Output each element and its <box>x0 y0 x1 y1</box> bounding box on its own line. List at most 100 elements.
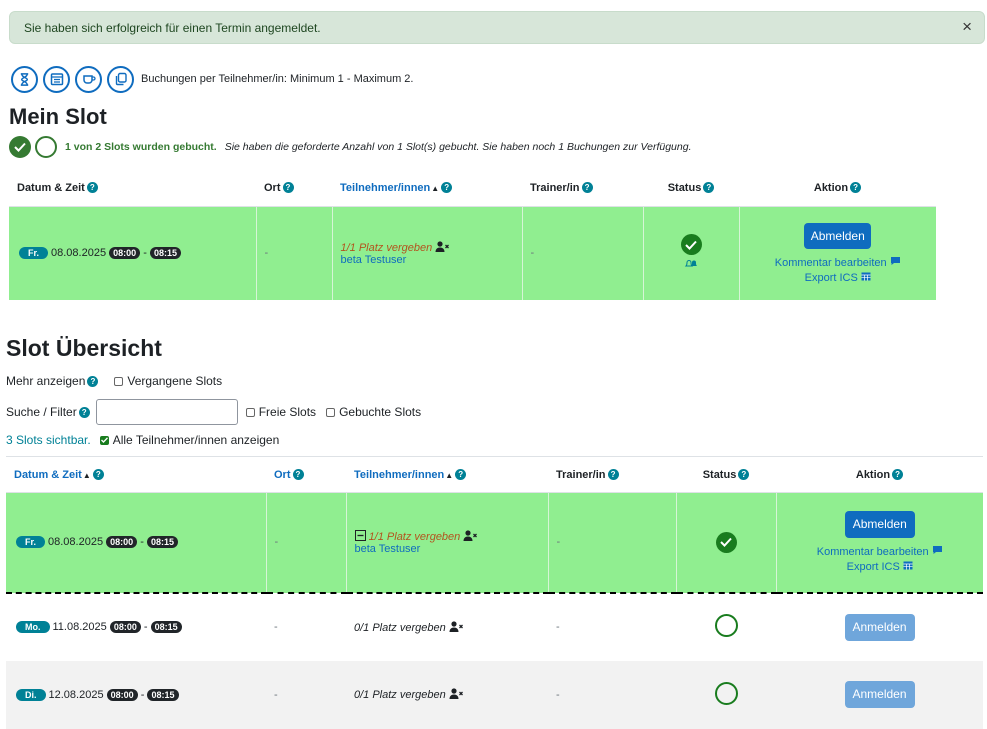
booked-slots-checkbox[interactable]: Gebuchte Slots <box>326 405 421 419</box>
location-cell: - <box>274 621 278 633</box>
hourglass-icon <box>20 72 29 86</box>
places-text: 0/1 Platz vergeben <box>354 689 446 701</box>
success-alert: Sie haben sich erfolgreich für einen Ter… <box>9 11 985 44</box>
sort-datetime-link[interactable]: Datum & Zeit <box>14 469 82 481</box>
col-datetime: Datum & Zeit? <box>9 170 256 207</box>
free-slots-label: Freie Slots <box>258 405 317 419</box>
col-participants[interactable]: Teilnehmer/innen▲? <box>346 456 548 493</box>
booked-slot-check-icon <box>9 136 31 158</box>
participant-link[interactable]: beta Testuser <box>341 254 407 266</box>
time-separator: - <box>140 688 145 701</box>
start-time-badge: 08:00 <box>106 536 138 549</box>
sort-participants-link[interactable]: Teilnehmer/innen <box>340 182 430 194</box>
past-slots-checkbox[interactable]: Vergangene Slots <box>114 374 222 388</box>
help-icon[interactable]: ? <box>282 182 294 194</box>
free-slots-checkbox[interactable]: Freie Slots <box>245 405 317 419</box>
checkbox[interactable] <box>326 407 336 417</box>
help-icon[interactable]: ? <box>850 182 862 194</box>
table-row: Mo. 11.08.2025 08:00 - 08:15 - 0/1 Platz … <box>6 593 983 661</box>
datetime-cell: Mo. 11.08.2025 08:00 - 08:15 <box>6 593 266 661</box>
more-label: Mehr anzeigen <box>6 374 86 388</box>
collapse-icon[interactable] <box>354 529 366 541</box>
trainer-cell: - <box>521 206 643 300</box>
user-remove-icon[interactable] <box>435 241 450 252</box>
calendar-icon <box>861 272 871 281</box>
export-ics-link[interactable]: Export ICS <box>805 272 858 284</box>
location-cell: - <box>255 206 332 300</box>
datetime-cell: Fr. 08.08.2025 08:00 - 08:15 <box>9 206 256 300</box>
end-time-badge: 08:15 <box>147 688 179 701</box>
user-remove-icon[interactable] <box>449 688 463 699</box>
checkbox-checked[interactable] <box>99 435 109 445</box>
sort-participants-link[interactable]: Teilnehmer/innen <box>354 469 444 481</box>
progress-detail: Sie haben die geforderte Anzahl von 1 Sl… <box>224 141 692 153</box>
calendar-list-button[interactable] <box>43 65 70 93</box>
weekday-badge: Mo. <box>16 621 50 633</box>
help-icon[interactable]: ? <box>892 469 904 481</box>
start-time-badge: 08:00 <box>106 688 138 701</box>
calendar-list-icon <box>50 73 63 86</box>
past-slots-label: Vergangene Slots <box>127 374 223 388</box>
time-separator: - <box>143 621 148 633</box>
help-icon[interactable]: ? <box>455 469 467 481</box>
help-icon[interactable]: ? <box>87 375 99 387</box>
help-icon[interactable]: ? <box>92 469 104 481</box>
col-location[interactable]: Ort? <box>266 456 346 493</box>
comment-icon <box>890 256 900 265</box>
user-remove-icon[interactable] <box>449 620 463 632</box>
time-separator: - <box>143 247 147 260</box>
time-separator: - <box>140 536 144 549</box>
overview-title: Slot Übersicht <box>6 335 162 361</box>
export-ics-link[interactable]: Export ICS <box>847 561 900 573</box>
help-icon[interactable]: ? <box>78 406 90 418</box>
weekday-badge: Fr. <box>19 247 49 260</box>
copy-icon <box>115 72 127 86</box>
visible-count: 3 Slots sichtbar. <box>6 433 91 447</box>
help-icon[interactable]: ? <box>607 469 619 481</box>
checkbox[interactable] <box>114 376 124 386</box>
user-remove-icon[interactable] <box>463 530 478 541</box>
booked-slots-label: Gebuchte Slots <box>339 405 422 419</box>
copy-button[interactable] <box>107 65 134 93</box>
status-cell <box>676 593 776 661</box>
search-input[interactable] <box>95 399 238 425</box>
sort-location-link[interactable]: Ort <box>274 469 291 481</box>
col-participants[interactable]: Teilnehmer/innen▲? <box>332 170 522 207</box>
close-icon[interactable]: × <box>962 18 972 36</box>
help-icon[interactable]: ? <box>86 182 98 194</box>
table-row: Fr. 08.08.2025 08:00 - 08:15 - 1/1 Platz … <box>6 492 983 594</box>
col-trainer: Trainer/in? <box>522 170 643 207</box>
calendar-icon <box>903 561 913 570</box>
hourglass-button[interactable] <box>11 65 38 93</box>
help-icon[interactable]: ? <box>738 469 750 481</box>
my-slot-table: Datum & Zeit? Ort? Teilnehmer/innen▲? Tr… <box>9 170 936 300</box>
slot-date: 12.08.2025 <box>48 688 104 701</box>
start-time-badge: 08:00 <box>109 247 141 260</box>
trainer-cell: - <box>547 492 676 594</box>
more-row: Mehr anzeigen? Vergangene Slots <box>6 374 222 388</box>
unsubscribe-button[interactable]: Abmelden <box>804 222 872 249</box>
help-icon[interactable]: ? <box>441 182 453 194</box>
cup-button[interactable] <box>75 65 102 93</box>
status-cell <box>675 492 776 594</box>
show-all-participants-checkbox[interactable]: Alle Teilnehmer/innen anzeigen <box>99 433 280 447</box>
col-location: Ort? <box>256 170 332 207</box>
visibility-row: 3 Slots sichtbar. Alle Teilnehmer/innen … <box>6 433 279 447</box>
edit-comment-link[interactable]: Kommentar bearbeiten <box>775 257 887 269</box>
progress-summary: 1 von 2 Slots wurden gebucht. <box>65 141 217 153</box>
slot-date: 08.08.2025 <box>48 536 104 549</box>
help-icon[interactable]: ? <box>703 182 715 194</box>
participant-link[interactable]: beta Testuser <box>355 543 421 555</box>
subscribe-button[interactable]: Anmelden <box>844 613 915 641</box>
col-datetime[interactable]: Datum & Zeit▲? <box>6 456 266 493</box>
unsubscribe-button[interactable]: Abmelden <box>844 511 915 539</box>
checkbox[interactable] <box>245 407 255 417</box>
places-text: 0/1 Platz vergeben <box>354 621 446 634</box>
sort-up-icon: ▲ <box>82 470 91 480</box>
edit-comment-link[interactable]: Kommentar bearbeiten <box>817 546 929 558</box>
help-icon[interactable]: ? <box>292 469 304 481</box>
show-all-label: Alle Teilnehmer/innen anzeigen <box>112 433 280 447</box>
help-icon[interactable]: ? <box>581 182 593 194</box>
sort-up-icon: ▲ <box>431 183 440 193</box>
subscribe-button[interactable]: Anmelden <box>844 681 915 708</box>
